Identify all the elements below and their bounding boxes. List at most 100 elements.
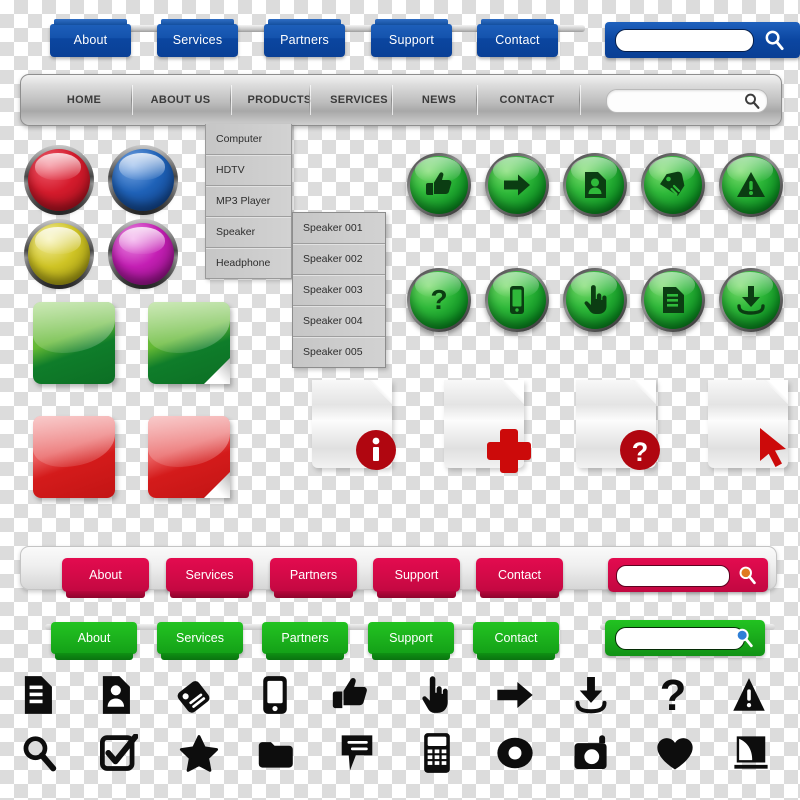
menu-item-computer[interactable]: Computer (206, 124, 291, 155)
grey-nav-item-home[interactable]: HOME (39, 75, 129, 125)
pink-tab-contact[interactable]: Contact (476, 558, 563, 598)
green-tab-about[interactable]: About (51, 622, 137, 660)
green-button-warning[interactable] (719, 153, 783, 217)
blue-search-input[interactable] (615, 29, 754, 52)
icon-document[interactable] (16, 672, 62, 718)
cursor-arrow-icon (760, 428, 786, 467)
menu-item-headphone[interactable]: Headphone (206, 248, 291, 278)
green-button-tag[interactable] (641, 153, 705, 217)
icon-checkbox-checked[interactable] (96, 730, 142, 776)
submenu-item-speaker-005[interactable]: Speaker 005 (293, 337, 385, 367)
blue-orb-button[interactable] (112, 149, 174, 211)
green-tab-label: Contact (494, 631, 538, 645)
submenu-item-speaker-001[interactable]: Speaker 001 (293, 213, 385, 244)
red-orb-button[interactable] (28, 149, 90, 211)
submenu-item-speaker-002[interactable]: Speaker 002 (293, 244, 385, 275)
green-button-help[interactable]: ? (407, 268, 471, 332)
icon-keypad-phone[interactable] (414, 730, 460, 776)
star-icon (179, 735, 219, 772)
red-square-sticker[interactable] (33, 416, 115, 498)
grey-nav-item-about-us[interactable]: ABOUT US (133, 75, 228, 125)
icon-question-mark[interactable]: ? (650, 672, 696, 718)
pink-search-input[interactable] (616, 565, 730, 587)
menu-item-mp3-player[interactable]: MP3 Player (206, 186, 291, 217)
doc-add[interactable] (444, 380, 531, 473)
blue-tab-about[interactable]: About (50, 19, 131, 57)
pink-tab-about[interactable]: About (62, 558, 149, 598)
doc-select[interactable] (708, 380, 788, 468)
heart-icon (657, 738, 693, 770)
dropdown-menu-products[interactable]: Computer HDTV MP3 Player Speaker Headpho… (205, 124, 292, 279)
question-mark-icon: ? (620, 430, 660, 470)
menu-item-speaker[interactable]: Speaker (206, 217, 291, 248)
menu-item-hdtv[interactable]: HDTV (206, 155, 291, 186)
submenu-item-speaker-004[interactable]: Speaker 004 (293, 306, 385, 337)
pink-search-box[interactable] (608, 558, 768, 592)
search-icon[interactable] (737, 564, 758, 586)
search-icon[interactable] (743, 92, 761, 110)
icon-camera[interactable] (570, 730, 616, 776)
grey-nav-item-news[interactable]: NEWS (393, 75, 485, 125)
search-icon[interactable] (733, 626, 755, 649)
pink-tab-partners[interactable]: Partners (270, 558, 357, 598)
green-tab-support[interactable]: Support (368, 622, 454, 660)
dropdown-submenu-speaker[interactable]: Speaker 001 Speaker 002 Speaker 003 Spea… (292, 212, 386, 368)
icon-thumbs-up[interactable] (330, 672, 376, 718)
icon-download[interactable] (568, 672, 614, 718)
green-tab-label: Support (389, 631, 433, 645)
green-button-thumbs-up[interactable] (407, 153, 471, 217)
page-curl (204, 358, 230, 384)
icon-star[interactable] (176, 730, 222, 776)
green-button-pointing-hand[interactable] (563, 268, 627, 332)
icon-mobile-phone[interactable] (252, 672, 298, 718)
red-curl-sticker[interactable] (148, 416, 230, 498)
blue-tab-contact[interactable]: Contact (477, 19, 558, 57)
green-button-download[interactable] (719, 268, 783, 332)
pink-tab-services[interactable]: Services (166, 558, 253, 598)
page-curl (204, 472, 230, 498)
green-search-box[interactable] (605, 620, 765, 656)
green-button-document[interactable] (641, 268, 705, 332)
blue-tab-support[interactable]: Support (371, 19, 452, 57)
folder-icon (258, 742, 293, 768)
green-button-arrow-right[interactable] (485, 153, 549, 217)
camera-icon (574, 735, 607, 770)
icon-contact-card[interactable] (94, 672, 140, 718)
grey-nav-item-contact[interactable]: CONTACT (478, 75, 576, 125)
green-button-mobile[interactable] (485, 268, 549, 332)
green-tab-services[interactable]: Services (157, 622, 243, 660)
search-icon[interactable] (763, 28, 786, 52)
thumbs-up-icon (332, 678, 367, 709)
icon-search[interactable] (16, 730, 62, 776)
icon-heart[interactable] (652, 730, 698, 776)
icon-folder[interactable] (254, 730, 300, 776)
grey-navigation-bar: HOME ABOUT US PRODUCTS SERVICES NEWS CON… (20, 74, 782, 126)
yellow-orb-button[interactable] (28, 223, 90, 285)
blue-tab-partners[interactable]: Partners (264, 19, 345, 57)
icon-warning[interactable] (726, 672, 772, 718)
green-button-contact-card[interactable] (563, 153, 627, 217)
icon-tag[interactable] (172, 672, 218, 718)
icon-webcam[interactable] (492, 730, 538, 776)
blue-navigation-bar: About Services Partners Support Contact (40, 10, 800, 58)
blue-tab-services[interactable]: Services (157, 19, 238, 57)
blue-tab-label: About (73, 33, 108, 47)
green-square-sticker[interactable] (33, 302, 115, 384)
icon-book[interactable] (728, 730, 774, 776)
doc-info[interactable] (312, 380, 396, 470)
submenu-item-speaker-003[interactable]: Speaker 003 (293, 275, 385, 306)
green-curl-sticker[interactable] (148, 302, 230, 384)
icon-arrow-right[interactable] (492, 672, 538, 718)
grey-search-box[interactable] (606, 89, 768, 113)
green-search-input[interactable] (615, 627, 745, 650)
icon-pointing-hand[interactable] (412, 672, 458, 718)
book-icon (734, 736, 768, 769)
icon-speech-bubble[interactable] (334, 730, 380, 776)
green-tab-contact[interactable]: Contact (473, 622, 559, 660)
blue-search-box[interactable] (605, 22, 800, 58)
green-tab-partners[interactable]: Partners (262, 622, 348, 660)
blue-tab-label: Services (172, 33, 223, 47)
doc-help[interactable]: ? (576, 380, 660, 470)
pink-tab-support[interactable]: Support (373, 558, 460, 598)
magenta-orb-button[interactable] (112, 223, 174, 285)
